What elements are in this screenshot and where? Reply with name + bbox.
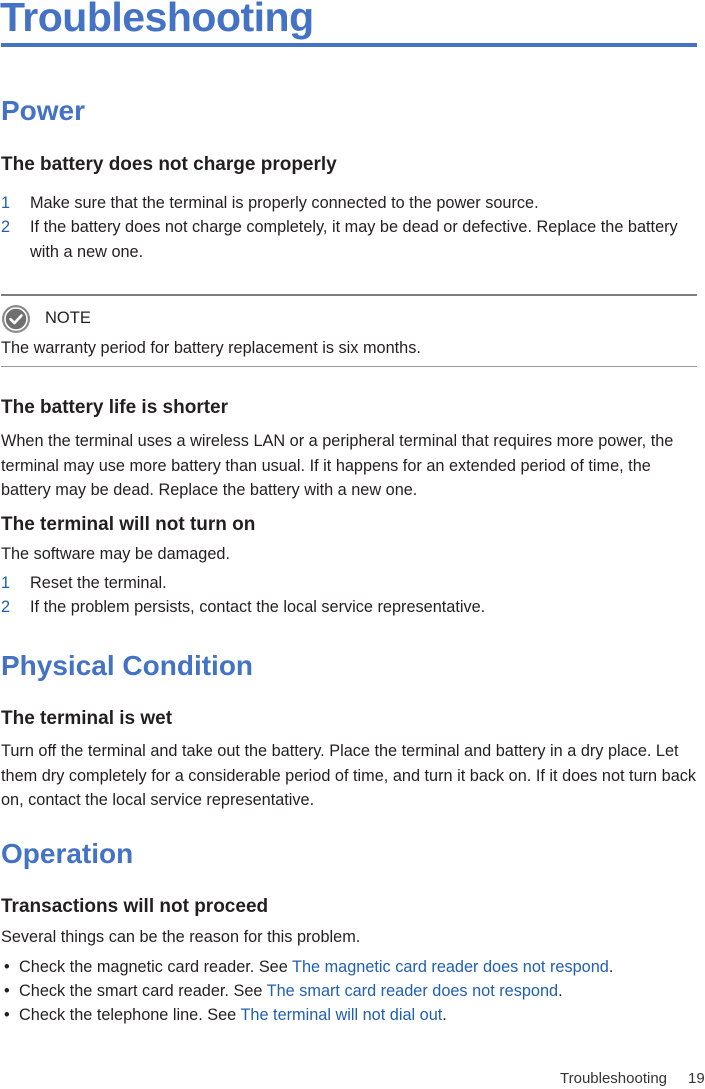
terminal-wet-body: Turn off the terminal and take out the b…: [1, 742, 697, 809]
step-text: Make sure that the terminal is properly …: [30, 194, 539, 212]
battery-life-body: When the terminal uses a wireless LAN or…: [1, 432, 674, 499]
check-circle-icon: [2, 305, 30, 333]
step-number: 2: [1, 598, 11, 616]
step-number: 1: [1, 574, 11, 592]
bullet-suffix: .: [558, 982, 563, 1000]
bullet-text: Check the magnetic card reader. See: [19, 958, 293, 976]
step-text: If the battery does not charge completel…: [30, 218, 678, 261]
subheading-battery-charge: The battery does not charge properly: [1, 154, 337, 175]
footer-page-number: 19: [688, 1070, 705, 1087]
note-bottom-rule: [1, 366, 697, 367]
bullet-text: Check the telephone line. See: [19, 1006, 241, 1024]
link-magnetic-card-reader[interactable]: The magnetic card reader does not respon…: [292, 958, 609, 976]
page-title: Troubleshooting: [0, 0, 314, 40]
link-terminal-dial-out[interactable]: The terminal will not dial out: [240, 1006, 442, 1024]
bullet-dot: •: [4, 1006, 10, 1024]
note-text: The warranty period for battery replacem…: [1, 339, 421, 357]
subheading-transactions: Transactions will not proceed: [1, 896, 269, 917]
bullet-suffix: .: [608, 958, 614, 976]
footer-section-name: Troubleshooting: [560, 1070, 668, 1087]
section-heading-operation: Operation: [1, 838, 134, 869]
title-rule: [1, 43, 697, 47]
subheading-terminal-wet: The terminal is wet: [1, 708, 173, 729]
note-top-rule: [1, 294, 697, 296]
section-heading-power: Power: [1, 95, 86, 126]
link-smart-card-reader[interactable]: The smart card reader does not respond: [267, 982, 558, 1000]
note-label: NOTE: [45, 309, 91, 327]
bullet-text: Check the smart card reader. See: [19, 982, 267, 1000]
bullet-suffix: .: [442, 1006, 447, 1024]
step-number: 1: [1, 194, 11, 212]
subheading-battery-life: The battery life is shorter: [1, 397, 229, 418]
step-number: 2: [1, 218, 11, 236]
step-text: If the problem persists, contact the loc…: [30, 598, 486, 616]
step-text: Reset the terminal.: [30, 574, 167, 592]
bullet-dot: •: [4, 982, 10, 1000]
no-turn-on-body: The software may be damaged.: [1, 545, 230, 563]
subheading-no-turn-on: The terminal will not turn on: [1, 514, 256, 535]
transactions-body: Several things can be the reason for thi…: [1, 928, 361, 946]
bullet-dot: •: [4, 958, 10, 976]
section-heading-physical-condition: Physical Condition: [1, 650, 254, 681]
